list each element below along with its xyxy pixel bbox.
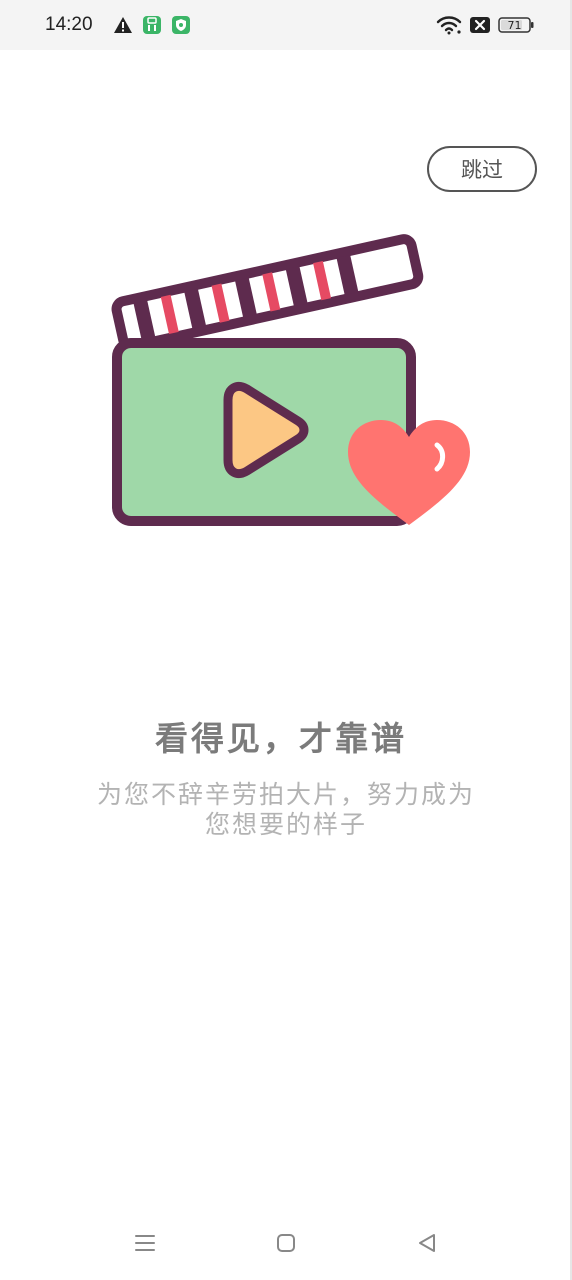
battery-icon: 71 — [498, 16, 534, 34]
home-button[interactable] — [271, 1230, 301, 1260]
page-subtitle: 为您不辞辛劳拍大片，努力成为 您想要的样子 — [60, 780, 512, 840]
clapper-arm — [111, 234, 424, 352]
home-icon — [275, 1232, 297, 1258]
back-button[interactable] — [412, 1230, 442, 1260]
status-bar: 14:20 71 — [0, 0, 572, 50]
video-clapperboard-heart-illustration — [100, 215, 480, 539]
back-icon — [416, 1232, 438, 1258]
wifi-icon — [436, 15, 462, 35]
status-icons-left — [113, 15, 191, 35]
menu-button[interactable] — [130, 1230, 160, 1260]
shield-icon — [171, 15, 191, 35]
skip-button[interactable]: 跳过 — [427, 146, 537, 192]
status-icons-right: 71 — [436, 15, 534, 35]
battery-level: 71 — [508, 19, 522, 32]
page-title: 看得见，才靠谱 — [155, 719, 407, 758]
subtitle-line-2: 您想要的样子 — [204, 810, 367, 839]
status-time: 14:20 — [45, 14, 93, 35]
menu-icon — [134, 1232, 156, 1258]
warning-icon — [113, 16, 133, 34]
sim-card-icon — [142, 15, 162, 35]
subtitle-line-1: 为您不辞辛劳拍大片，努力成为 — [96, 780, 475, 809]
navigation-bar — [0, 1220, 572, 1270]
no-signal-icon — [470, 16, 490, 34]
